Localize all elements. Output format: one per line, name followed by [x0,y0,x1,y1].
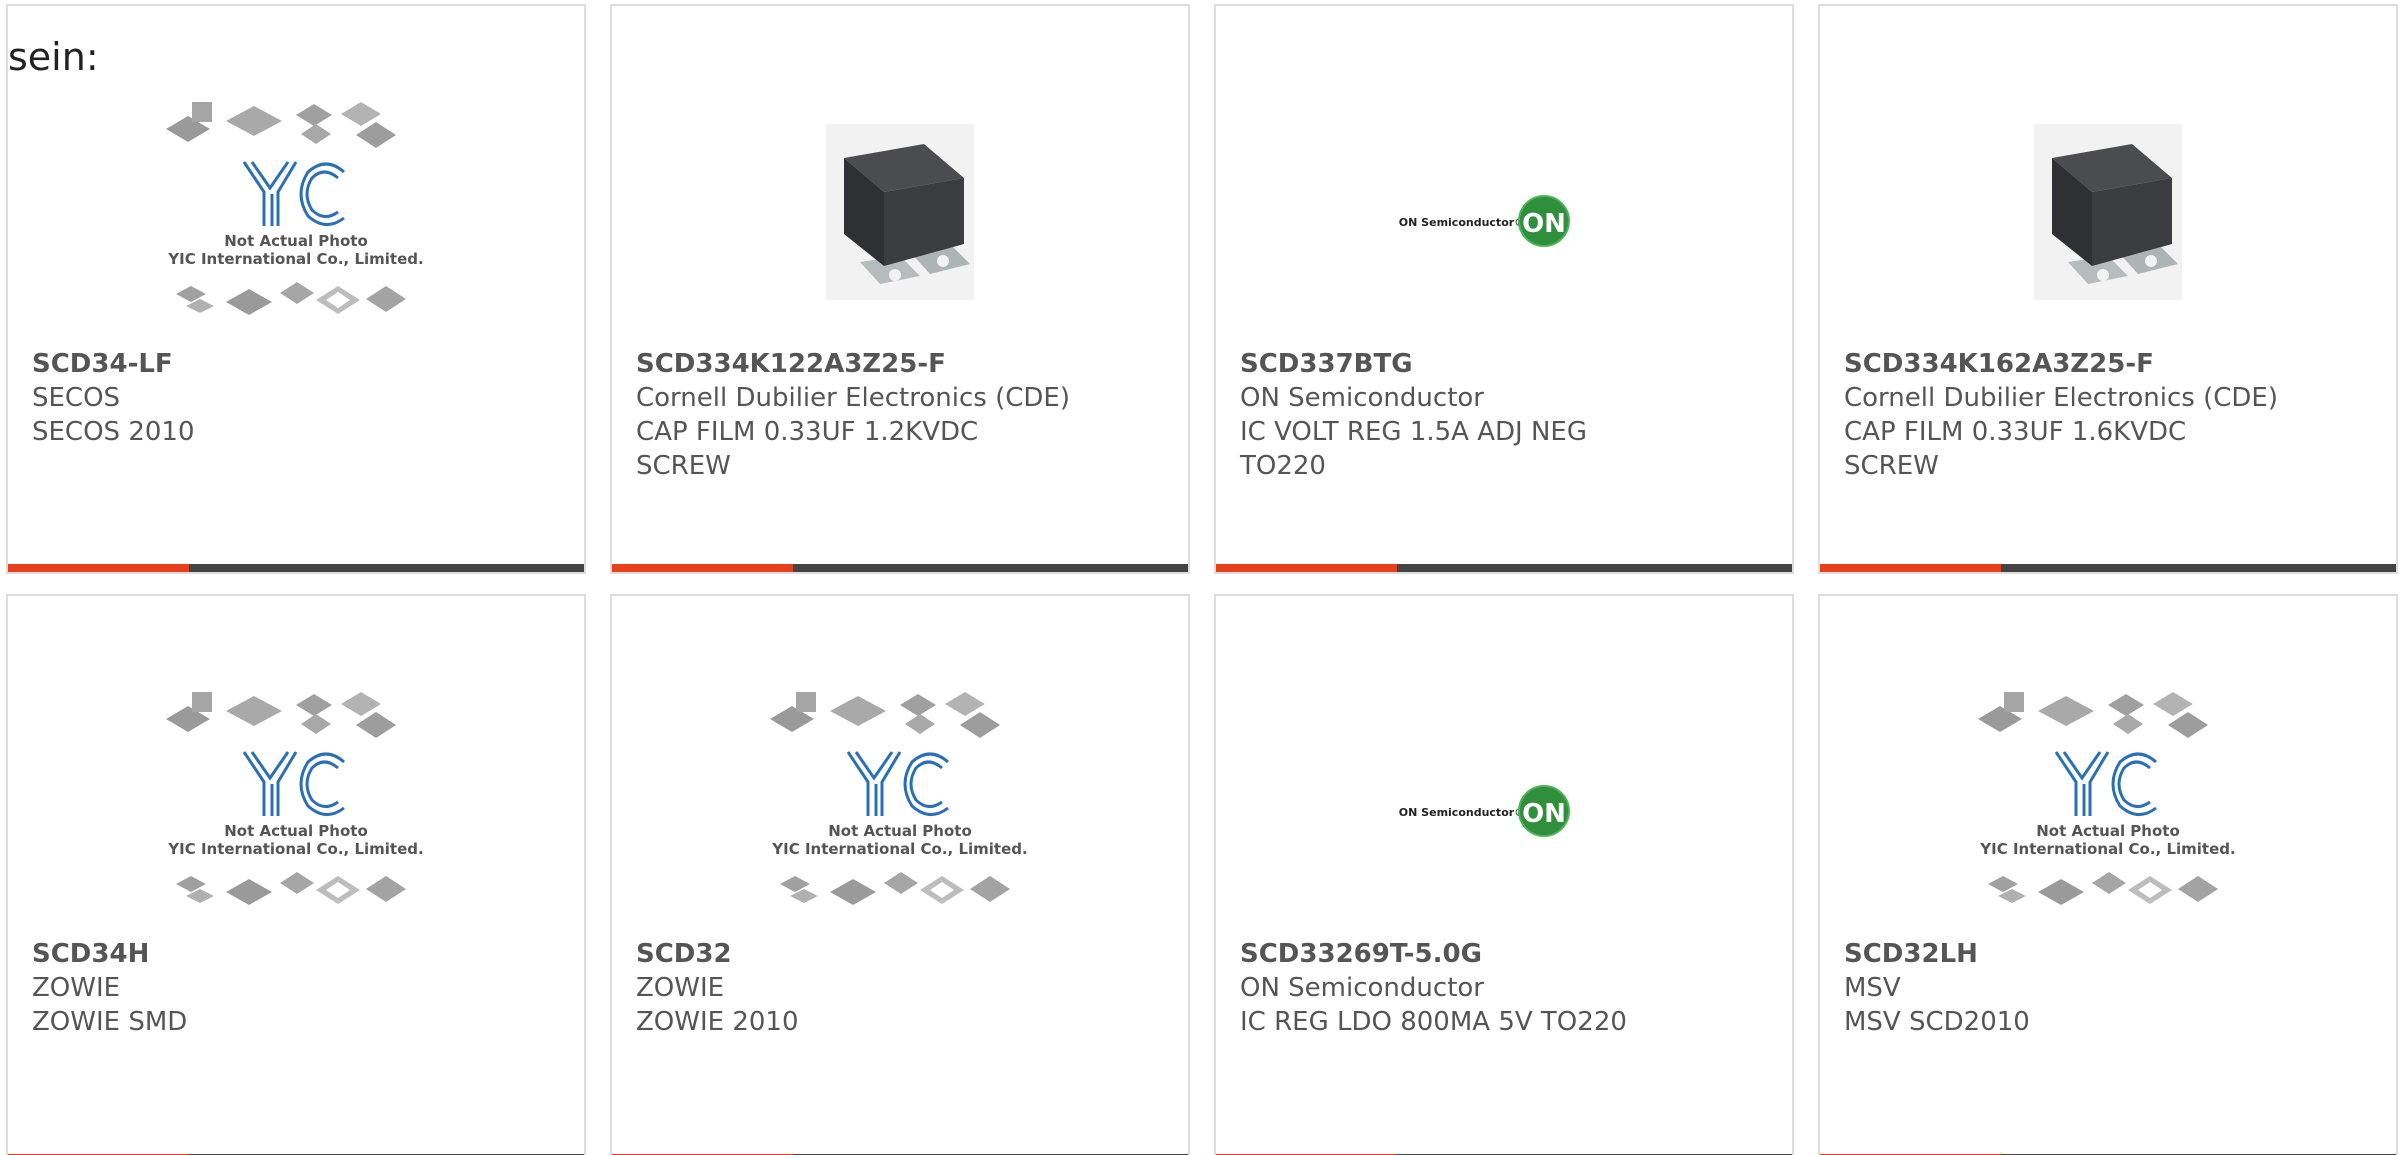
product-card[interactable]: Not Actual Photo YIC International Co., … [6,4,586,574]
manufacturer: ON Semiconductor [1240,383,1484,413]
product-image: Not Actual Photo YIC International Co., … [156,94,436,344]
film-capacitor-icon [2034,124,2182,300]
product-image: Not Actual Photo YIC International Co., … [760,684,1040,934]
description: SECOS 2010 [32,417,195,447]
onsemi-logo-text: ON Semiconductor® [1399,216,1525,229]
yic-placeholder-icon: Not Actual Photo YIC International Co., … [1978,692,2236,905]
product-image [760,94,1040,344]
product-grid: Not Actual Photo YIC International Co., … [6,4,2400,1155]
product-card[interactable]: SCD334K122A3Z25-F Cornell Dubilier Elect… [610,4,1190,574]
product-image: Not Actual Photo YIC International Co., … [1968,684,2248,934]
placeholder-line2: YIC International Co., Limited. [771,840,1027,858]
onsemi-badge: ON [1522,799,1566,829]
part-number[interactable]: SCD334K122A3Z25-F [636,347,1168,381]
description: CAP FILM 0.33UF 1.6KVDC [1844,417,2187,447]
manufacturer: SECOS [32,383,121,413]
placeholder-line1: Not Actual Photo [224,822,368,840]
placeholder-line1: Not Actual Photo [828,822,972,840]
product-info: SCD33269T-5.0G ON Semiconductor IC REG L… [1240,937,1772,1039]
onsemi-logo-icon: ON Semiconductor® ON [1399,195,1570,247]
onsemi-badge: ON [1522,209,1566,239]
part-number[interactable]: SCD337BTG [1240,347,1772,381]
product-image: ON Semiconductor® ON [1364,684,1644,934]
description: CAP FILM 0.33UF 1.2KVDC [636,417,979,447]
description-continued: SCREW [1844,451,1939,481]
manufacturer: MSV [1844,973,1901,1003]
product-info: SCD32LH MSV MSV SCD2010 [1844,937,2376,1039]
description: ZOWIE SMD [32,1007,188,1037]
description: IC REG LDO 800MA 5V TO220 [1240,1007,1627,1037]
placeholder-line1: Not Actual Photo [224,232,368,250]
description-continued: TO220 [1240,451,1326,481]
product-card[interactable]: ON Semiconductor® ON SCD337BTG ON Semico… [1214,4,1794,574]
description-continued: SCREW [636,451,731,481]
manufacturer: Cornell Dubilier Electronics (CDE) [1844,383,2278,413]
card-accent-bar [1820,564,2396,572]
placeholder-line2: YIC International Co., Limited. [1979,840,2235,858]
manufacturer: Cornell Dubilier Electronics (CDE) [636,383,1070,413]
product-info: SCD32 ZOWIE ZOWIE 2010 [636,937,1168,1039]
card-accent-bar [612,564,1188,572]
part-number[interactable]: SCD33269T-5.0G [1240,937,1772,971]
product-info: SCD334K162A3Z25-F Cornell Dubilier Elect… [1844,347,2376,483]
product-card[interactable]: ON Semiconductor® ON SCD33269T-5.0G ON S… [1214,594,1794,1155]
card-accent-bar [1216,564,1792,572]
card-accent-bar [8,564,584,572]
product-image: Not Actual Photo YIC International Co., … [156,684,436,934]
yic-placeholder-icon: Not Actual Photo YIC International Co., … [166,692,424,905]
product-card[interactable]: SCD334K162A3Z25-F Cornell Dubilier Elect… [1818,4,2398,574]
product-info: SCD34-LF SECOS SECOS 2010 [32,347,564,449]
placeholder-line2: YIC International Co., Limited. [167,250,423,268]
part-number[interactable]: SCD32LH [1844,937,2376,971]
description: ZOWIE 2010 [636,1007,799,1037]
film-capacitor-icon [826,124,974,300]
manufacturer: ON Semiconductor [1240,973,1484,1003]
yic-placeholder-icon: Not Actual Photo YIC International Co., … [770,692,1028,905]
product-info: SCD337BTG ON Semiconductor IC VOLT REG 1… [1240,347,1772,483]
onsemi-logo-icon: ON Semiconductor® ON [1399,785,1570,837]
product-info: SCD34H ZOWIE ZOWIE SMD [32,937,564,1039]
placeholder-line2: YIC International Co., Limited. [167,840,423,858]
description: MSV SCD2010 [1844,1007,2030,1037]
part-number[interactable]: SCD34-LF [32,347,564,381]
manufacturer: ZOWIE [636,973,725,1003]
part-number[interactable]: SCD334K162A3Z25-F [1844,347,2376,381]
part-number[interactable]: SCD32 [636,937,1168,971]
placeholder-line1: Not Actual Photo [2036,822,2180,840]
description: IC VOLT REG 1.5A ADJ NEG [1240,417,1588,447]
product-card[interactable]: Not Actual Photo YIC International Co., … [6,594,586,1155]
yic-placeholder-icon: Not Actual Photo YIC International Co., … [166,102,424,315]
manufacturer: ZOWIE [32,973,121,1003]
product-info: SCD334K122A3Z25-F Cornell Dubilier Elect… [636,347,1168,483]
onsemi-logo-text: ON Semiconductor® [1399,806,1525,819]
product-card[interactable]: Not Actual Photo YIC International Co., … [610,594,1190,1155]
product-image [1968,94,2248,344]
part-number[interactable]: SCD34H [32,937,564,971]
product-image: ON Semiconductor® ON [1364,94,1644,344]
product-card[interactable]: Not Actual Photo YIC International Co., … [1818,594,2398,1155]
intro-text: sein: [8,35,99,79]
